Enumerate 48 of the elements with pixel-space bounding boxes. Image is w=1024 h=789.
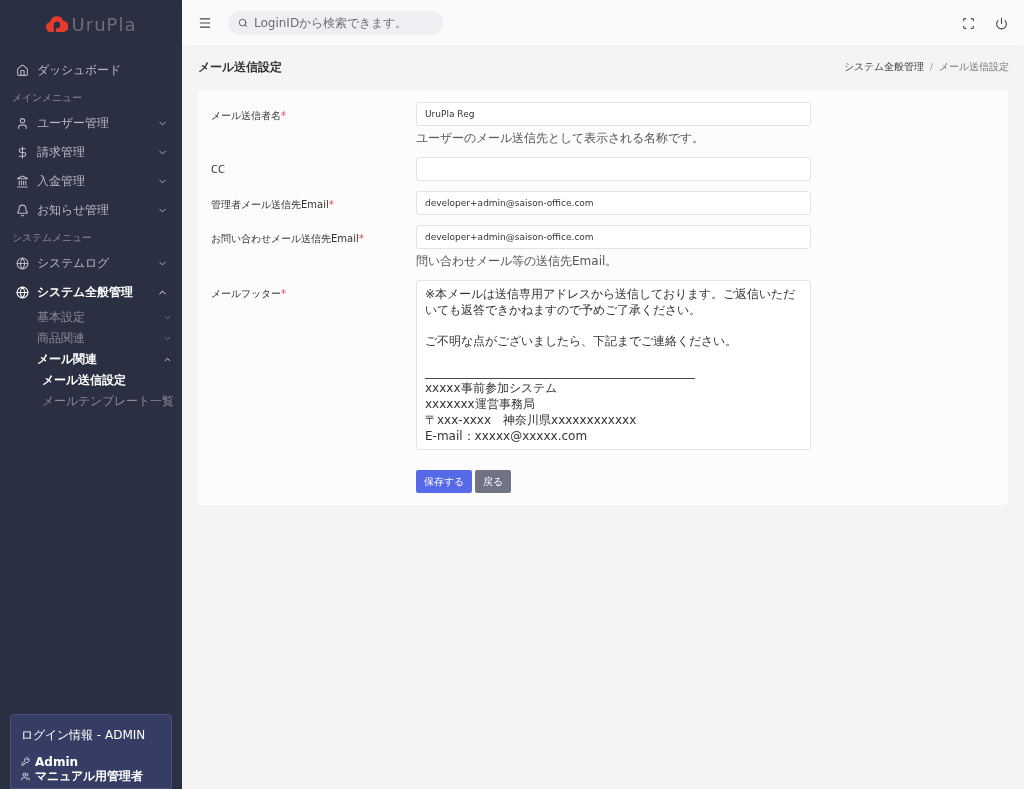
- text-input[interactable]: developer+admin@saison-office.com: [416, 191, 811, 215]
- sidebar-subitem[interactable]: メール関連: [0, 349, 182, 370]
- text-input[interactable]: developer+admin@saison-office.com: [416, 225, 811, 249]
- footer-text-line: E-mail：xxxxx@xxxxx.com: [425, 428, 589, 444]
- field-label: お問い合わせメール送信先Email*: [211, 232, 365, 246]
- login-info-title: ログイン情報 - ADMIN: [21, 727, 147, 744]
- sidebar-item[interactable]: お知らせ管理: [0, 196, 182, 225]
- sidebar-item[interactable]: ダッシュボード: [0, 56, 182, 85]
- sidebar-subitem[interactable]: メール送信設定: [0, 370, 182, 391]
- text-input[interactable]: [416, 157, 811, 181]
- sidebar-item[interactable]: ユーザー管理: [0, 109, 182, 138]
- login-info-text: Admin: [35, 754, 79, 769]
- users-icon: [21, 772, 30, 781]
- footer-text-line: 〒xxx-xxxx 神奈川県xxxxxxxxxxxx: [425, 412, 638, 428]
- field-label: メールフッター*: [211, 287, 287, 301]
- sidebar-item[interactable]: システムログ: [0, 249, 182, 278]
- search-field[interactable]: LoginIDから検索できます。: [228, 11, 443, 35]
- breadcrumb-item[interactable]: システム全般管理: [843, 60, 924, 74]
- save-button[interactable]: 保存する: [416, 470, 472, 493]
- search-icon: [238, 18, 248, 28]
- footer-text-line: _____________________________________________: [425, 364, 696, 380]
- key-icon: [21, 757, 30, 766]
- sidebar-subitem[interactable]: メールテンプレート一覧: [0, 391, 182, 412]
- menu-section-heading: メインメニュー: [11, 91, 83, 105]
- sidebar-item[interactable]: 入金管理: [0, 167, 182, 196]
- breadcrumb-item: メール送信設定: [939, 60, 1009, 74]
- footer-text-line: xxxxxxx運営事務局: [425, 396, 536, 412]
- page-title: メール送信設定: [198, 58, 283, 76]
- sidebar-item[interactable]: システム全般管理: [0, 278, 182, 307]
- field-label: 管理者メール送信先Email*: [211, 198, 335, 212]
- menu-section-heading: システムメニュー: [11, 231, 93, 245]
- logo-text: UruPla: [71, 13, 137, 35]
- footer-text-line: xxxxx事前参加システム: [425, 380, 558, 396]
- back-button[interactable]: 戻る: [475, 470, 511, 493]
- footer-text-line: ※本メールは送信専用アドレスから送信しております。ご返信いただいても返答できかねますので予めご了承ください。: [425, 286, 797, 318]
- footer-text-line: ご不明な点がございましたら、下記までご連絡ください。: [425, 333, 738, 349]
- breadcrumb-separator: /: [929, 62, 933, 72]
- field-label: メール送信者名*: [211, 109, 287, 123]
- sidebar-item[interactable]: 請求管理: [0, 138, 182, 167]
- text-input[interactable]: UruPla Reg: [416, 102, 811, 126]
- login-info-text: マニュアル用管理者: [35, 768, 143, 785]
- field-help-text: 問い合わせメール等の送信先Email。: [416, 253, 619, 270]
- field-help-text: ユーザーのメール送信先として表示される名称です。: [416, 130, 705, 147]
- cloud-logo-icon: [45, 15, 68, 33]
- sidebar-subitem[interactable]: 基本設定: [0, 307, 182, 328]
- sidebar-subitem[interactable]: 商品関連: [0, 328, 182, 349]
- field-label: CC: [211, 163, 226, 177]
- footer-text-area[interactable]: [416, 280, 811, 450]
